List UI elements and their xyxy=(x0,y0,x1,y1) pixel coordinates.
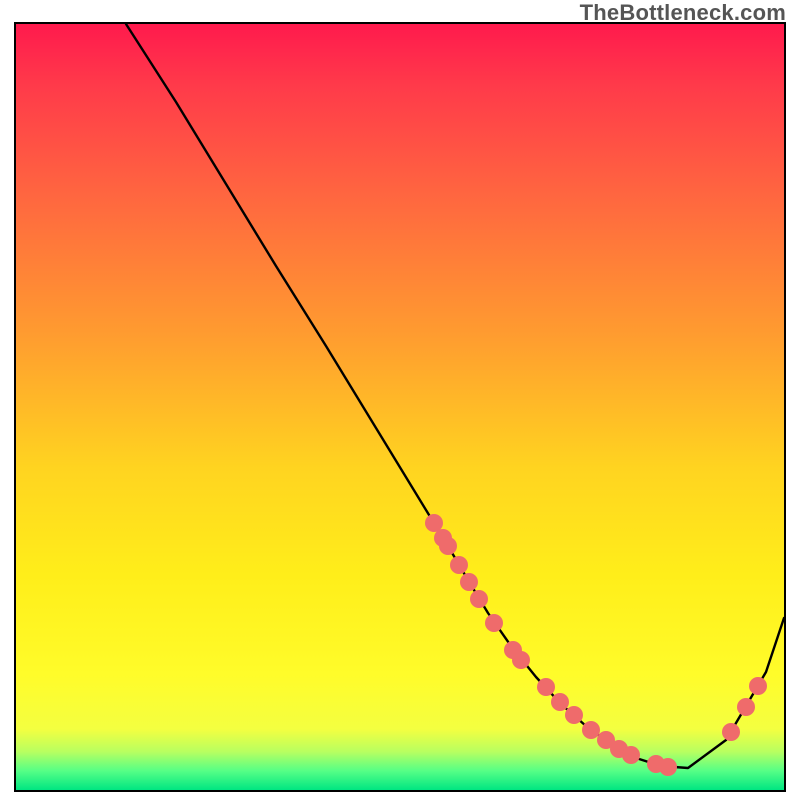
data-point-marker xyxy=(450,556,468,574)
data-point-marker xyxy=(470,590,488,608)
data-point-marker xyxy=(537,678,555,696)
data-point-marker xyxy=(582,721,600,739)
data-point-marker xyxy=(460,573,478,591)
data-point-marker xyxy=(749,677,767,695)
data-point-marker xyxy=(565,706,583,724)
plot-area xyxy=(14,22,786,792)
data-point-marker xyxy=(659,758,677,776)
data-point-marker xyxy=(512,651,530,669)
data-point-marker xyxy=(551,693,569,711)
curve-layer xyxy=(16,24,784,790)
bottleneck-curve xyxy=(126,24,784,768)
data-point-marker xyxy=(622,746,640,764)
data-point-marker xyxy=(439,537,457,555)
data-point-marker xyxy=(737,698,755,716)
chart-frame: TheBottleneck.com xyxy=(0,0,800,800)
data-point-marker xyxy=(425,514,443,532)
data-point-marker xyxy=(722,723,740,741)
data-point-marker xyxy=(485,614,503,632)
